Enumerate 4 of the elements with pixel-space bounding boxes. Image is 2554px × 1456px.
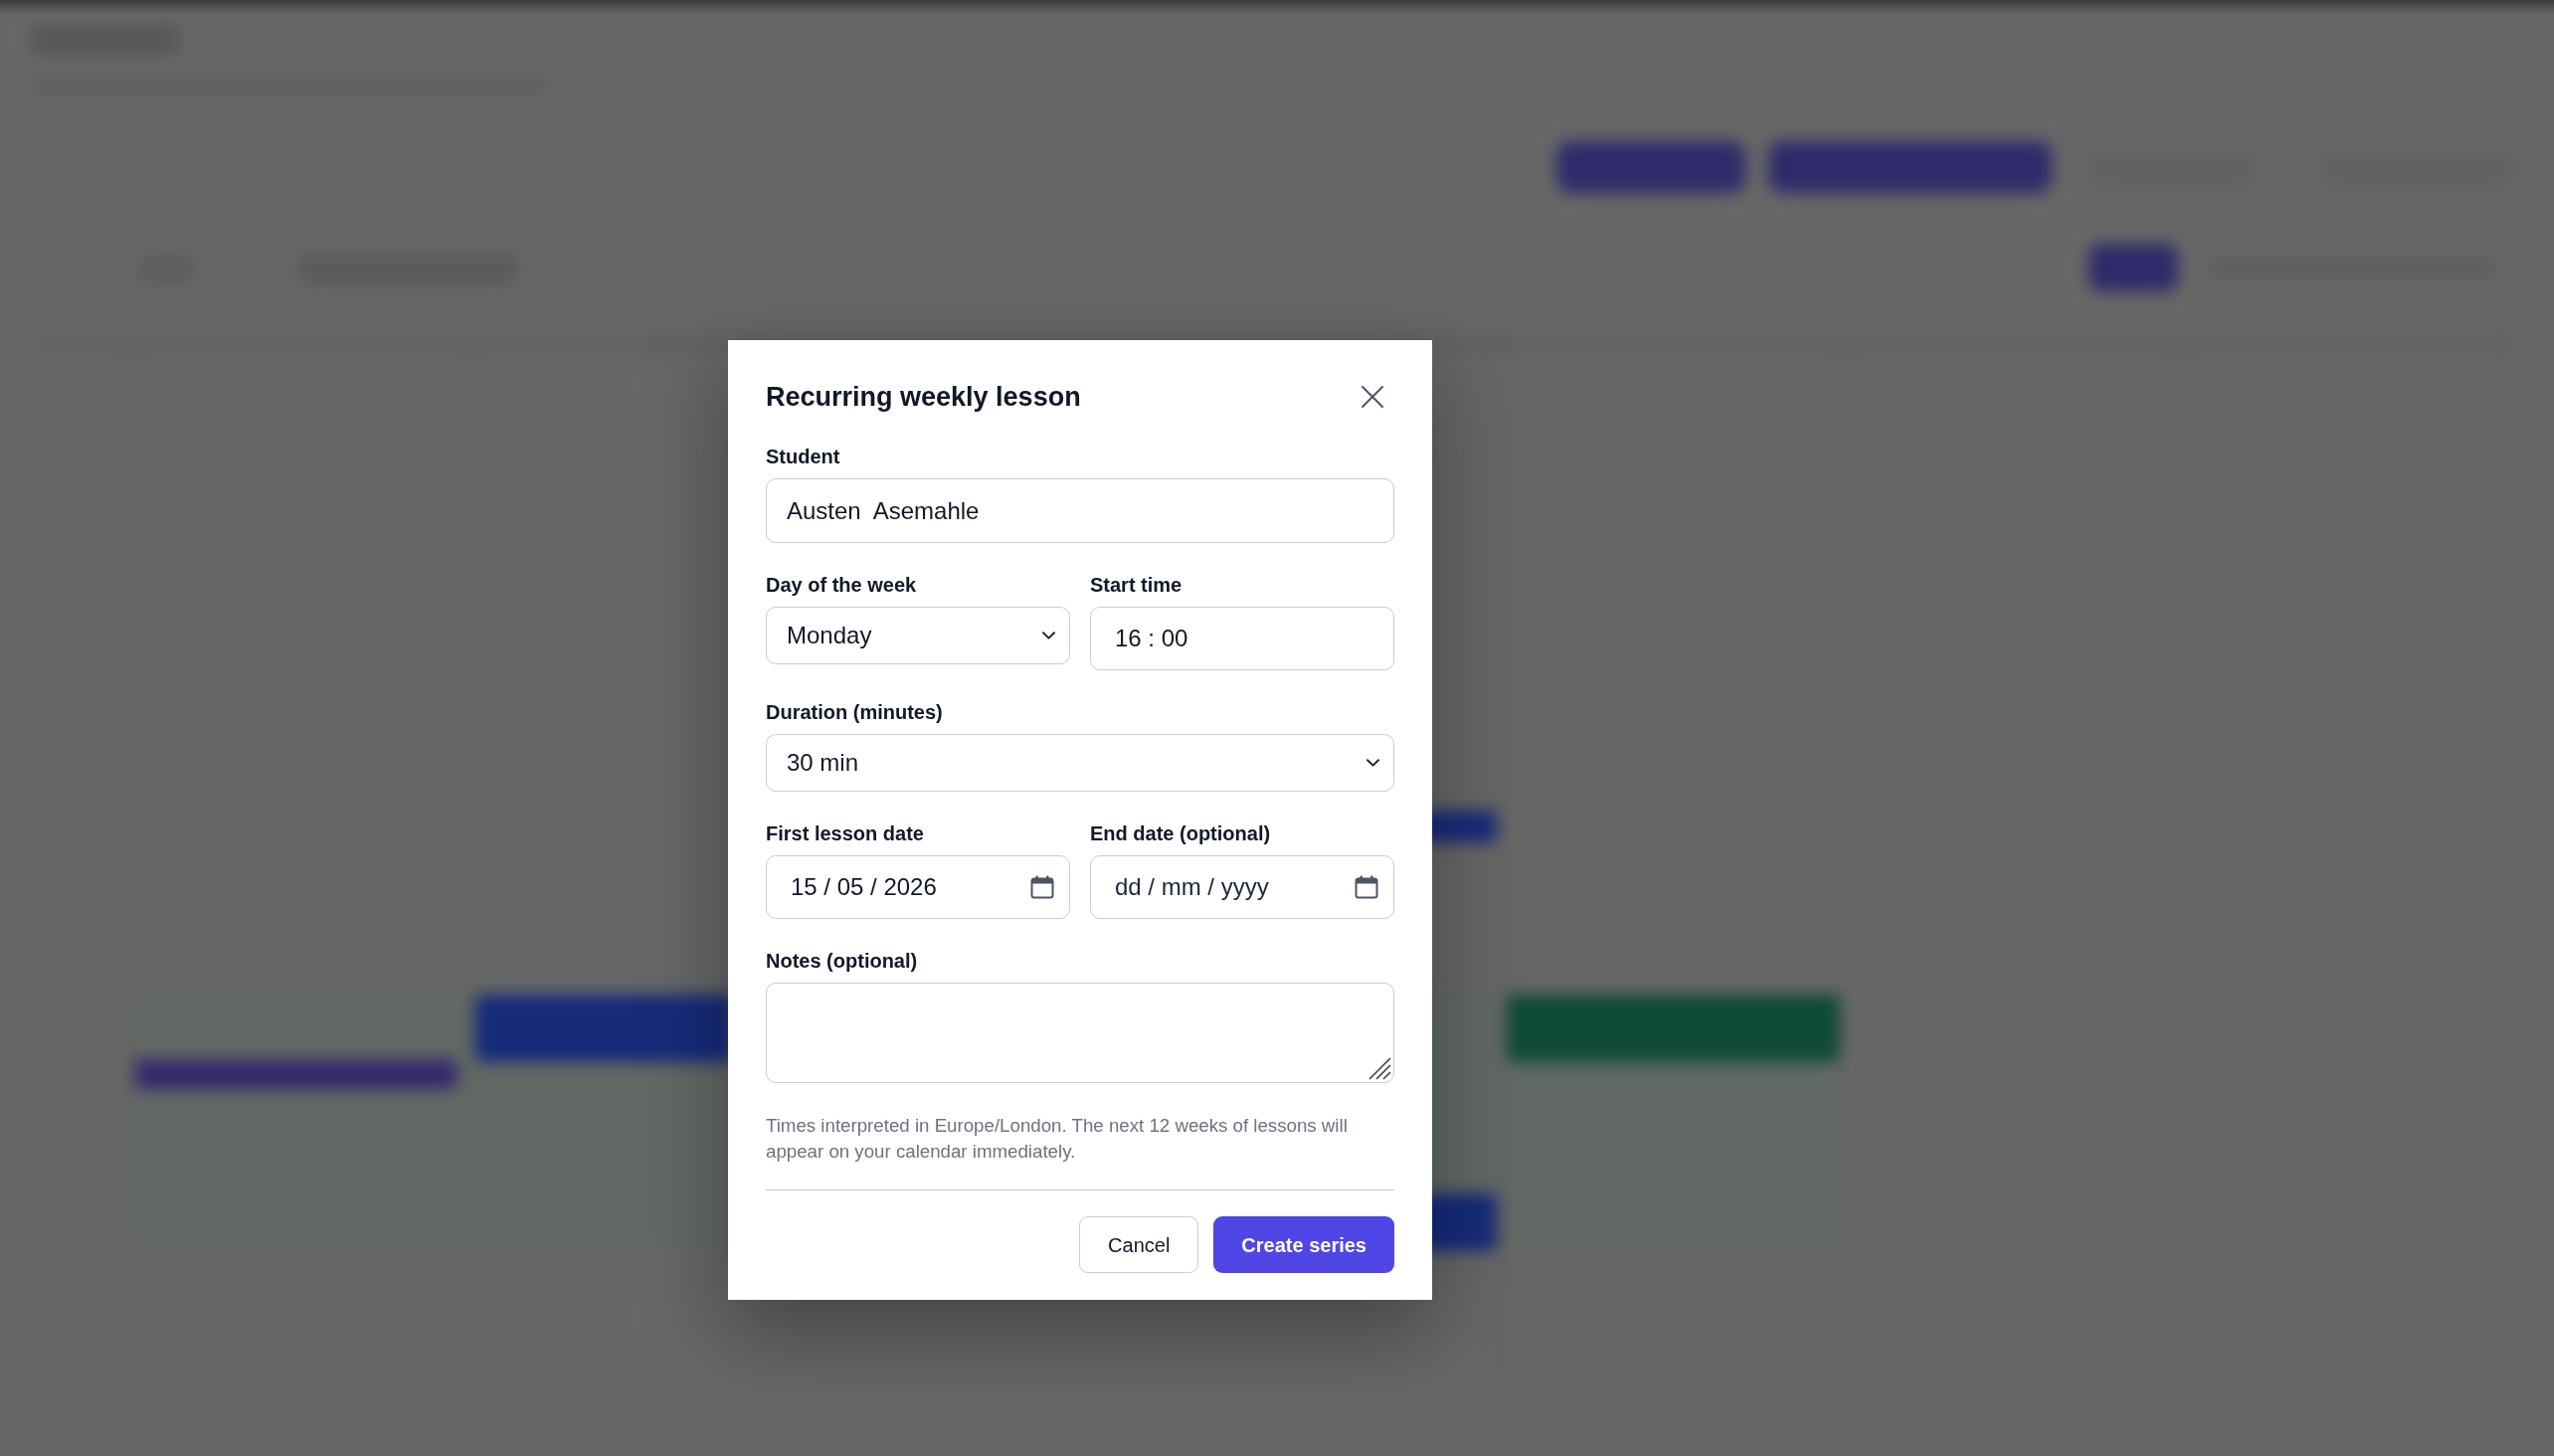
create-button[interactable]: Create series [1213,1216,1394,1273]
resize-grip-icon [1368,1056,1391,1080]
cancel-button[interactable]: Cancel [1079,1216,1199,1273]
helper-text: Times interpreted in Europe/London. The next 12 weeks of lessons will appear on your calendar immediately. [766,1114,1349,1164]
